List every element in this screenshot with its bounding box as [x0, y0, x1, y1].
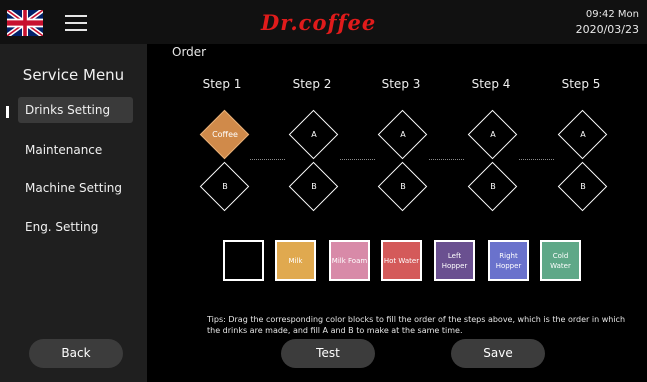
- time-text: 09:42 Mon: [585, 9, 639, 20]
- step-label: Step 5: [561, 77, 601, 91]
- sidebar: Service Menu Drinks Setting Maintenance …: [0, 44, 147, 382]
- dotted-connector: [340, 159, 375, 160]
- swatch-cold-water[interactable]: Cold Water: [540, 240, 581, 281]
- brand-logo: Dr.coffee: [261, 10, 377, 35]
- sidebar-item-machine-setting[interactable]: Machine Setting: [18, 175, 133, 201]
- swatch-milk-foam[interactable]: Milk Foam: [329, 240, 370, 281]
- uk-flag-icon[interactable]: [7, 10, 43, 36]
- save-button[interactable]: Save: [451, 339, 545, 368]
- sidebar-item-maintenance[interactable]: Maintenance: [18, 137, 133, 163]
- step-5-slot-a[interactable]: A: [557, 109, 608, 160]
- swatch-empty[interactable]: [223, 240, 264, 281]
- step-label: Step 1: [202, 77, 242, 91]
- order-label: Order: [172, 45, 207, 59]
- step-5-slot-b[interactable]: B: [557, 161, 608, 212]
- step-3-slot-b[interactable]: B: [377, 161, 428, 212]
- tips-text: Tips: Drag the corresponding color block…: [207, 315, 626, 335]
- step-2-slot-a[interactable]: A: [288, 109, 339, 160]
- dotted-connector: [429, 159, 464, 160]
- date-text: 2020/03/23: [575, 23, 639, 36]
- dotted-connector: [250, 159, 285, 160]
- dotted-connector: [519, 159, 554, 160]
- top-bar: Dr.coffee 09:42 Mon 2020/03/23: [0, 0, 647, 44]
- step-2-slot-b[interactable]: B: [288, 161, 339, 212]
- swatch-right-hopper[interactable]: Right Hopper: [488, 240, 529, 281]
- swatch-milk[interactable]: Milk: [275, 240, 316, 281]
- hamburger-icon[interactable]: [65, 15, 87, 31]
- step-1-slot-a[interactable]: Coffee: [199, 109, 250, 160]
- step-4-slot-b[interactable]: B: [467, 161, 518, 212]
- sidebar-title: Service Menu: [22, 66, 125, 84]
- active-indicator: [6, 106, 9, 118]
- step-label: Step 2: [292, 77, 332, 91]
- clock: 09:42 Mon 2020/03/23: [576, 7, 639, 37]
- sidebar-item-drinks-setting[interactable]: Drinks Setting: [18, 97, 133, 123]
- swatch-hot-water[interactable]: Hot Water: [381, 240, 422, 281]
- step-label: Step 4: [471, 77, 511, 91]
- step-1-slot-b[interactable]: B: [199, 161, 250, 212]
- step-label: Step 3: [381, 77, 421, 91]
- back-button[interactable]: Back: [29, 339, 123, 368]
- test-button[interactable]: Test: [281, 339, 375, 368]
- step-4-slot-a[interactable]: A: [467, 109, 518, 160]
- sidebar-item-eng-setting[interactable]: Eng. Setting: [18, 214, 133, 240]
- step-3-slot-a[interactable]: A: [377, 109, 428, 160]
- swatch-left-hopper[interactable]: Left Hopper: [434, 240, 475, 281]
